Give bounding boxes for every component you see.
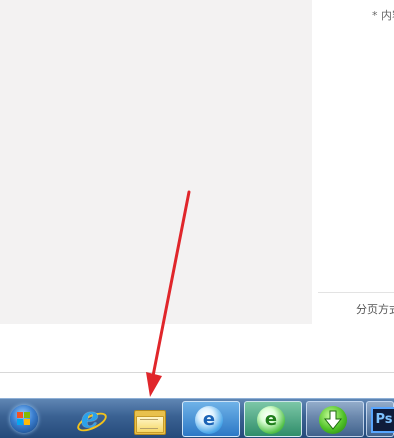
- content-editor-area[interactable]: [0, 0, 312, 324]
- required-content-note: * 内容: [372, 9, 394, 22]
- settings-divider: [318, 292, 394, 293]
- folder-icon: [134, 407, 166, 435]
- page-bottom-area: [0, 324, 394, 374]
- green-e-browser-icon: e: [257, 406, 285, 434]
- taskbar-internet-explorer-button[interactable]: e: [64, 401, 116, 437]
- blue-e-browser-icon: e: [195, 406, 223, 434]
- windows-taskbar: e e e Ps: [0, 398, 394, 438]
- taskbar-download-manager-button[interactable]: [306, 401, 364, 437]
- taskbar-ie-browser-open-button[interactable]: e: [182, 401, 240, 437]
- taskbar-file-explorer-button[interactable]: [122, 401, 176, 437]
- pagination-label: 分页方式: [356, 303, 394, 316]
- photoshop-icon: Ps: [371, 407, 394, 433]
- download-arrow-icon: [319, 406, 347, 434]
- internet-explorer-icon: e: [81, 401, 99, 434]
- windows-logo-icon: [17, 412, 31, 426]
- taskbar-green-browser-open-button[interactable]: e: [244, 401, 302, 437]
- bottom-divider: [0, 372, 394, 373]
- start-button[interactable]: [4, 402, 44, 436]
- taskbar-photoshop-button[interactable]: Ps: [366, 401, 394, 437]
- right-settings-panel: [312, 0, 394, 324]
